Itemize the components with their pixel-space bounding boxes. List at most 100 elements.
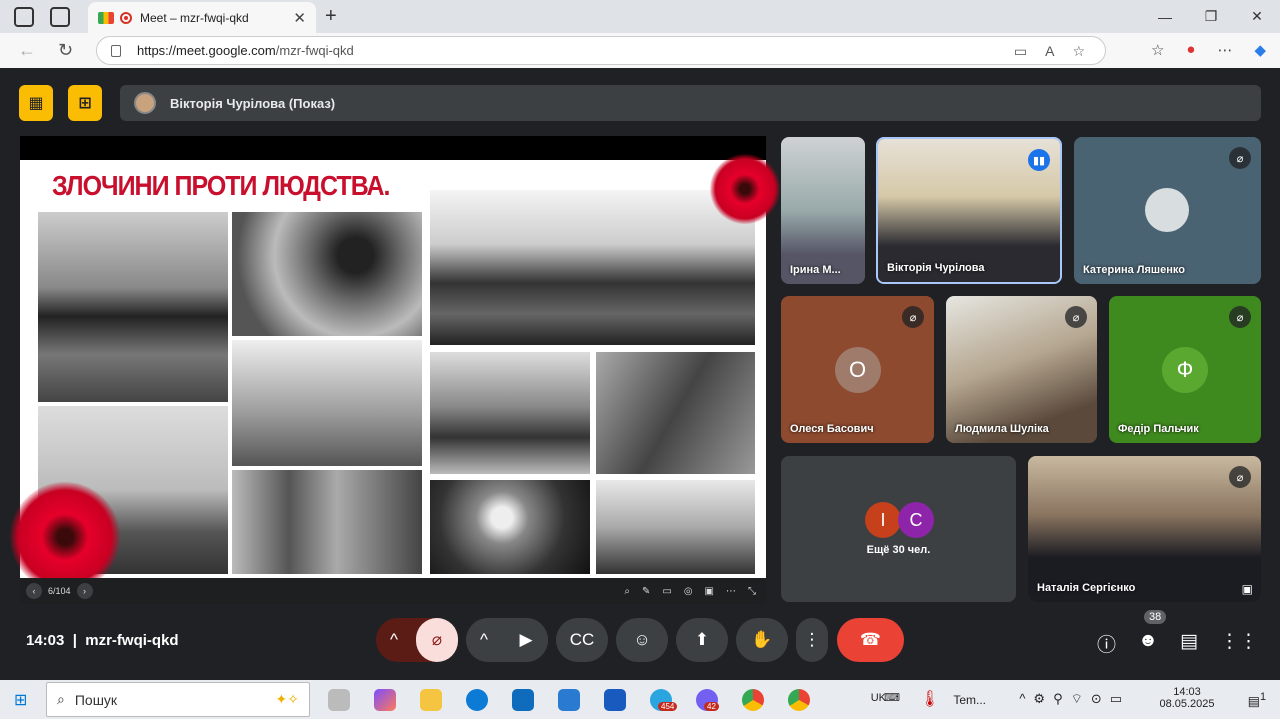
edge-app-icon[interactable] [466, 689, 488, 711]
participant-tile[interactable]: Ірина М... [781, 137, 865, 284]
more-options-icon[interactable]: ⋯ [726, 586, 736, 597]
close-window-icon[interactable]: ✕ [1234, 8, 1280, 25]
leave-call-button[interactable]: ☎ [837, 618, 904, 662]
mic-off-icon: ⌀ [1229, 306, 1251, 328]
exit-fullscreen-icon[interactable]: ⤡ [748, 586, 756, 597]
photo-street-fight [596, 352, 755, 474]
reload-icon[interactable]: ↻ [58, 40, 73, 61]
maximize-icon[interactable]: ❐ [1188, 8, 1234, 25]
profile-avatar-icon[interactable]: ● [1186, 41, 1195, 59]
chrome-app-icon[interactable] [788, 689, 810, 711]
search-placeholder: Пошук [74, 691, 118, 708]
more-options-button[interactable]: ⋮ [796, 618, 828, 662]
speaking-indicator-icon: ▮▮ [1028, 149, 1050, 171]
presenter-avatar [134, 92, 156, 114]
keyboard-icon[interactable]: ⌨ [884, 691, 900, 704]
presentation-layout-icon[interactable]: ⊞ [68, 85, 102, 121]
more-vertical-icon: ⋮ [803, 630, 821, 649]
windows-start-icon[interactable]: ⊞ [14, 690, 27, 710]
word-app-icon[interactable] [604, 689, 626, 711]
address-toolbar: ← ↻ https://meet.google.com/mzr-fwqi-qkd… [0, 33, 1280, 68]
others-tile[interactable]: І С Ещё 30 чел. [781, 456, 1016, 602]
favorite-star-icon[interactable]: ☆ [1072, 43, 1085, 60]
participant-tile-speaking[interactable]: ▮▮ Вікторія Чурілова [876, 137, 1062, 284]
mic-options-button[interactable]: ^ ⌀ [376, 618, 458, 662]
task-view-icon[interactable] [328, 689, 350, 711]
participant-tile[interactable]: О ⌀ Олеся Басович [781, 296, 934, 443]
poppy-decoration [710, 154, 780, 224]
copilot-app-icon[interactable] [374, 689, 396, 711]
photo-snow-march [430, 352, 590, 474]
pip-icon[interactable]: ▣ [1242, 582, 1253, 596]
back-arrow-icon[interactable]: ← [18, 40, 36, 61]
participant-name: Олеся Басович [790, 423, 874, 435]
notification-icon[interactable]: ▤1 [1248, 691, 1266, 709]
hand-icon: ✋ [751, 630, 773, 649]
info-icon[interactable]: ⓘ [1097, 630, 1116, 657]
mic-off-icon: ⌀ [1065, 306, 1087, 328]
captions-icon[interactable]: ▭ [662, 586, 671, 597]
activities-icon[interactable]: ⋮⋮ [1220, 630, 1258, 657]
chat-icon[interactable]: ▤ [1180, 630, 1198, 657]
captions-icon: CC [569, 630, 595, 649]
url-text: https://meet.google.com/mzr-fwqi-qkd [137, 43, 354, 58]
audio-icon[interactable]: ◎ [684, 586, 693, 597]
minimize-icon[interactable]: — [1142, 9, 1188, 25]
read-aloud-icon[interactable]: A [1045, 43, 1054, 60]
tray-icons[interactable]: ^⚙⚲⌔⊙▭ [1019, 691, 1130, 707]
mic-off-icon[interactable]: ⌀ [416, 618, 458, 662]
weather-label[interactable]: Tem... [953, 693, 986, 707]
captions-button[interactable]: CC [556, 618, 608, 662]
temperature-icon: 🌡 [919, 691, 940, 708]
camera-permission-icon[interactable]: ▭ [1014, 43, 1027, 60]
more-menu-icon[interactable]: ⋯ [1217, 41, 1232, 59]
copilot-icon[interactable]: ◆ [1254, 41, 1266, 59]
raise-hand-button[interactable]: ✋ [736, 618, 788, 662]
address-bar[interactable]: https://meet.google.com/mzr-fwqi-qkd ▭ A… [96, 36, 1106, 65]
viber-badge: 42 [704, 702, 719, 711]
browser-tab-bar: Meet – mzr-fwqi-qkd ✕ + — ❐ ✕ [0, 0, 1280, 33]
prev-slide-button[interactable]: ‹ [26, 583, 42, 599]
photo-battleship [38, 212, 228, 402]
mic-off-icon: ⌀ [1229, 147, 1251, 169]
lock-icon [111, 44, 121, 57]
participant-tile[interactable]: ⌀ Наталія Сергієнко ▣ [1028, 456, 1261, 602]
outlook-app-icon[interactable] [512, 689, 534, 711]
participant-tile[interactable]: ⌀ Катерина Ляшенко [1074, 137, 1261, 284]
next-slide-button[interactable]: › [76, 583, 93, 599]
sparkle-icon: ✦✧ [275, 691, 299, 707]
tab-actions-icon[interactable] [50, 6, 70, 27]
present-button[interactable]: ⬆ [676, 618, 728, 662]
reactions-button[interactable]: ☺ [616, 618, 668, 662]
participant-tile[interactable]: Ф ⌀ Федір Пальчик [1109, 296, 1261, 443]
pen-icon[interactable]: ✎ [642, 586, 650, 597]
taskbar-search[interactable]: ⌕ Пошук ✦✧ [46, 682, 310, 717]
workspaces-icon[interactable] [14, 6, 34, 27]
close-tab-icon[interactable]: ✕ [293, 9, 306, 27]
participant-name: Людмила Шуліка [955, 423, 1049, 435]
meet-control-bar: 14:03 | mzr-fwqi-qkd ^ ⌀ ^ ▶ CC ☺ ⬆ ✋ ⋮ … [0, 604, 1280, 678]
present-window-icon[interactable]: ▣ [705, 586, 714, 597]
file-explorer-icon[interactable] [420, 689, 442, 711]
camera-options-button[interactable]: ^ ▶ [466, 618, 548, 662]
people-icon[interactable]: ☻ 38 [1138, 610, 1167, 657]
favorites-icon[interactable]: ☆ [1151, 41, 1164, 59]
slide-page-indicator: 6/104 [48, 586, 71, 596]
avatar [1144, 187, 1189, 232]
new-tab-button[interactable]: + [325, 5, 337, 28]
shared-screen: ЗЛОЧИНИ ПРОТИ ЛЮДСТВА. ‹ 6/104 › ⌕ ✎ ▭ ◎… [10, 136, 780, 604]
hang-up-icon: ☎ [859, 630, 882, 649]
taskbar-clock[interactable]: 14:03 08.05.2025 [1152, 686, 1222, 710]
participant-tile[interactable]: ⌀ Людмила Шуліка [946, 296, 1097, 443]
browser-tab-meet[interactable]: Meet – mzr-fwqi-qkd ✕ [88, 2, 316, 33]
stop-presenting-icon[interactable]: ▦ [19, 85, 53, 121]
meet-favicon [98, 11, 114, 24]
store-app-icon[interactable] [558, 689, 580, 711]
avatar: Ф [1162, 346, 1208, 393]
participant-name: Наталія Сергієнко [1037, 582, 1136, 594]
chrome-app-icon[interactable] [742, 689, 764, 711]
camera-icon[interactable]: ▶ [504, 618, 548, 662]
zoom-icon[interactable]: ⌕ [624, 586, 630, 597]
photo-tank-city [596, 480, 755, 574]
tab-title: Meet – mzr-fwqi-qkd [140, 10, 249, 25]
